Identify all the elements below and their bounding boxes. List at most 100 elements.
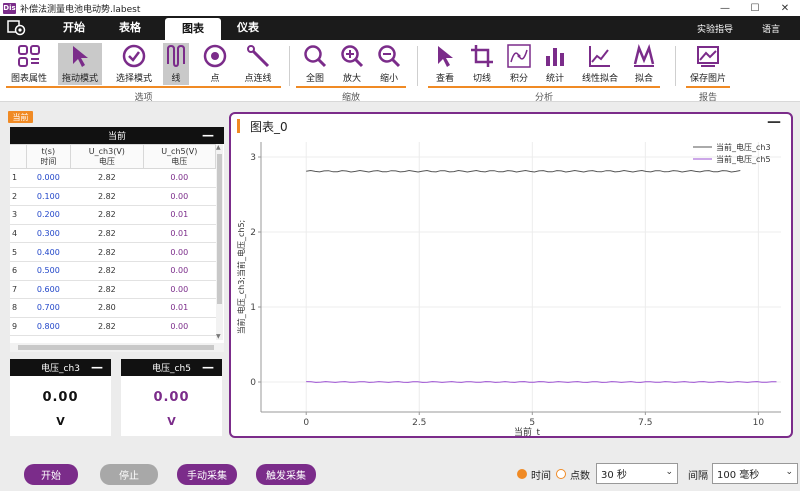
linear-fit-button[interactable]: 线性拟合 <box>580 43 620 85</box>
cell-voltage-ch3[interactable]: 2.82 <box>70 168 144 188</box>
table-horizontal-scrollbar[interactable] <box>10 343 224 352</box>
scroll-up-icon[interactable]: ▲ <box>216 144 221 151</box>
cell-voltage-ch5[interactable]: 0.01 <box>143 224 216 244</box>
column-header-ch5[interactable]: U_ch5(V) 电压 <box>142 144 217 169</box>
row-index: 9 <box>10 317 26 337</box>
cell-voltage-ch5[interactable]: 0.00 <box>143 280 216 300</box>
cell-time[interactable]: 0.300 <box>26 224 71 244</box>
magnifier-icon <box>302 43 328 69</box>
table-row[interactable]: 2 0.100 2.82 0.00 <box>10 187 216 207</box>
close-button[interactable]: ✕ <box>770 0 800 16</box>
trigger-collect-button[interactable]: 触发采集 <box>256 464 316 485</box>
x-tick-label: 0 <box>303 418 309 428</box>
cell-voltage-ch3[interactable]: 2.82 <box>70 205 144 225</box>
chart-title-accent <box>237 119 240 133</box>
point-line-mode-button[interactable]: 点连线 <box>238 43 278 85</box>
series-line-1 <box>306 169 741 173</box>
maximize-button[interactable]: ☐ <box>740 0 770 16</box>
manual-collect-button[interactable]: 手动采集 <box>177 464 237 485</box>
integral-label: 积分 <box>509 74 528 84</box>
tab-start[interactable]: 开始 <box>52 16 96 40</box>
table-row[interactable]: 9 0.800 2.82 0.00 <box>10 317 216 337</box>
cell-voltage-ch3[interactable]: 2.82 <box>70 280 144 300</box>
menu-language[interactable]: 语言 <box>762 16 780 40</box>
line-mode-button[interactable]: 线 <box>163 43 189 85</box>
tab-meter[interactable]: 仪表 <box>226 16 270 40</box>
mode-time-radio[interactable] <box>517 469 527 479</box>
cell-time[interactable]: 0.100 <box>26 187 71 207</box>
cell-voltage-ch5[interactable]: 0.00 <box>143 242 216 262</box>
mode-points-radio[interactable] <box>556 469 566 479</box>
zoom-all-button[interactable]: 全图 <box>300 43 330 85</box>
zoom-out-button[interactable]: 缩小 <box>374 43 404 85</box>
start-button[interactable]: 开始 <box>24 464 78 485</box>
statistics-button[interactable]: 统计 <box>540 43 570 85</box>
tab-table[interactable]: 表格 <box>108 16 152 40</box>
stop-button[interactable]: 停止 <box>100 464 158 485</box>
cell-time[interactable]: 0.000 <box>26 168 71 188</box>
cell-voltage-ch3[interactable]: 2.82 <box>70 187 144 207</box>
minimize-button[interactable]: — <box>710 0 740 16</box>
column-header-ch3[interactable]: U_ch3(V) 电压 <box>70 144 144 169</box>
cell-voltage-ch5[interactable]: 0.00 <box>143 187 216 207</box>
chart-plot[interactable]: 0 2.5 5 7.5 10 0 1 2 3 当前_t 当前_电压_ch3;当前_电压_ch5; 当前… <box>231 114 791 436</box>
collapse-icon[interactable]: — <box>202 360 214 374</box>
table-row[interactable]: 4 0.300 2.82 0.01 <box>10 224 216 244</box>
point-mode-button[interactable]: 点 <box>200 43 230 85</box>
select-mode-button[interactable]: 选择模式 <box>112 43 156 85</box>
table-row[interactable]: 5 0.400 2.82 0.00 <box>10 242 216 262</box>
zoom-in-button[interactable]: 放大 <box>337 43 367 85</box>
cell-time[interactable]: 0.700 <box>26 298 71 318</box>
column-header-t[interactable]: t(s) 时间 <box>25 144 72 169</box>
scroll-down-icon[interactable]: ▼ <box>216 333 221 340</box>
tangent-button[interactable]: 切线 <box>467 43 497 85</box>
table-row[interactable]: 1 0.000 2.82 0.00 <box>10 168 216 188</box>
window-titlebar: Dis 补偿法测量电池电动势.labest — ☐ ✕ <box>0 0 800 16</box>
duration-select[interactable]: 30 秒 ⌄ <box>596 463 678 484</box>
collapse-icon[interactable]: — <box>767 114 781 130</box>
cell-time[interactable]: 0.500 <box>26 261 71 281</box>
cell-voltage-ch5[interactable]: 0.00 <box>143 168 216 188</box>
cell-time[interactable]: 0.600 <box>26 280 71 300</box>
view-button[interactable]: 查看 <box>430 43 460 85</box>
chart-properties-button[interactable]: 图表属性 <box>8 43 50 85</box>
table-panel-header: 当前 — <box>10 127 224 144</box>
menu-experiment-guide[interactable]: 实验指导 <box>697 16 733 40</box>
settings-gear-icon[interactable] <box>6 19 28 37</box>
row-index: 4 <box>10 224 26 244</box>
cell-voltage-ch5[interactable]: 0.01 <box>143 205 216 225</box>
table-vertical-scrollbar[interactable]: ▲ ▼ <box>216 144 223 340</box>
x-tick-label: 10 <box>753 418 765 428</box>
row-index: 2 <box>10 187 26 207</box>
cell-voltage-ch3[interactable]: 2.82 <box>70 261 144 281</box>
collapse-icon[interactable]: — <box>91 360 103 374</box>
cell-time[interactable]: 0.400 <box>26 242 71 262</box>
cell-voltage-ch3[interactable]: 2.82 <box>70 224 144 244</box>
hscroll-thumb[interactable] <box>18 345 214 350</box>
fit-button[interactable]: 拟合 <box>629 43 659 85</box>
cell-time[interactable]: 0.800 <box>26 317 71 337</box>
cell-time[interactable]: 0.200 <box>26 205 71 225</box>
chart-properties-icon <box>16 43 42 69</box>
cell-voltage-ch3[interactable]: 2.82 <box>70 317 144 337</box>
y-tick-label: 0 <box>250 378 256 388</box>
y-tick-label: 2 <box>250 228 256 238</box>
table-row[interactable]: 3 0.200 2.82 0.01 <box>10 205 216 225</box>
drag-mode-button[interactable]: 拖动模式 <box>58 43 102 85</box>
cell-voltage-ch5[interactable]: 0.00 <box>143 317 216 337</box>
scroll-thumb[interactable] <box>217 154 222 304</box>
collapse-icon[interactable]: — <box>202 128 214 142</box>
interval-select[interactable]: 100 毫秒 ⌄ <box>712 463 798 484</box>
integral-button[interactable]: 积分 <box>504 43 534 85</box>
cell-voltage-ch5[interactable]: 0.00 <box>143 261 216 281</box>
cell-voltage-ch3[interactable]: 2.80 <box>70 298 144 318</box>
tab-chart[interactable]: 图表 <box>165 18 221 40</box>
table-row[interactable]: 8 0.700 2.80 0.01 <box>10 298 216 318</box>
view-label: 查看 <box>435 74 454 84</box>
cell-voltage-ch5[interactable]: 0.01 <box>143 298 216 318</box>
table-row[interactable]: 6 0.500 2.82 0.00 <box>10 261 216 281</box>
table-row[interactable]: 7 0.600 2.82 0.00 <box>10 280 216 300</box>
save-image-button[interactable]: 保存图片 <box>686 43 730 85</box>
cell-voltage-ch3[interactable]: 2.82 <box>70 242 144 262</box>
meter-ch5-value: 0.00 <box>153 390 190 405</box>
